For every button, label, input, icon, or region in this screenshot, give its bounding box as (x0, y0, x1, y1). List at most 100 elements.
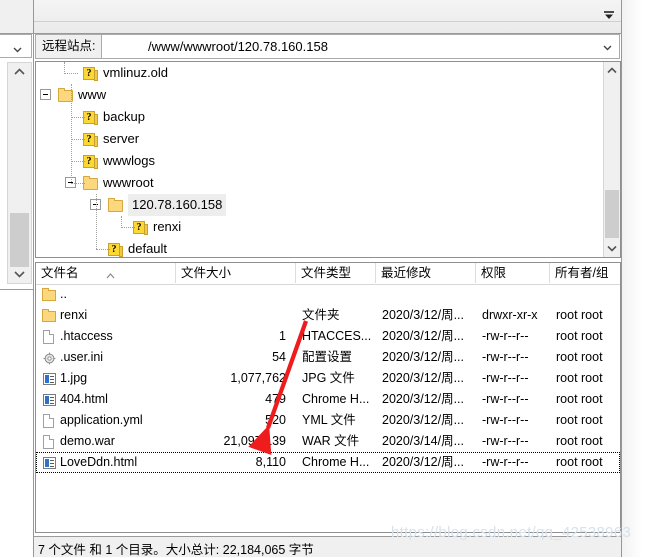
tree-item-default[interactable]: ? default (36, 238, 602, 257)
tree-guide-line (96, 194, 98, 249)
right-gutter (622, 0, 651, 557)
folder-unknown-icon: ? (83, 132, 99, 147)
scrollbar-thumb[interactable] (605, 190, 619, 238)
file-owner-cell: root root (556, 434, 603, 448)
file-size-cell: 520 (265, 413, 286, 427)
folder-unknown-icon: ? (108, 242, 124, 257)
column-header-3[interactable]: 最近修改 (376, 263, 476, 283)
tree-vertical-scrollbar[interactable] (603, 62, 620, 257)
table-row[interactable]: .htaccess 1 HTACCES... 2020/3/12/周... -rw-r-… (36, 326, 620, 347)
file-name-cell: demo.war (60, 434, 115, 448)
file-size-cell: 54 (272, 350, 286, 364)
file-type-cell: 配置设置 (302, 350, 353, 364)
column-header-label: 文件名 (41, 266, 79, 280)
scroll-up-arrow-icon[interactable] (8, 63, 31, 81)
column-header-4[interactable]: 权限 (476, 263, 550, 283)
file-list-panel[interactable]: 文件名 文件大小 文件类型 最近修改 权限 所有者/组 .. renxi 文件夹 2020/3/… (35, 262, 621, 533)
file-permissions-cell: -rw-r--r-- (482, 371, 529, 385)
file-modified-cell: 2020/3/12/周... (382, 350, 465, 364)
folder-icon (41, 308, 57, 323)
folder-unknown-icon: ? (133, 220, 149, 235)
sort-ascending-icon (106, 265, 115, 279)
file-modified-cell: 2020/3/12/周... (382, 329, 465, 343)
tree-item-server[interactable]: ? server (36, 128, 602, 150)
folder-icon (41, 287, 57, 302)
tree-item-label: vmlinuz.old (103, 65, 169, 80)
chevron-down-icon[interactable] (602, 42, 613, 53)
folder-unknown-icon: ? (83, 110, 99, 125)
file-permissions-cell: -rw-r--r-- (482, 455, 529, 469)
tree-item-vmlinuz-old[interactable]: ? vmlinuz.old (36, 62, 602, 84)
folder-open-icon (83, 176, 99, 190)
scrollbar-thumb[interactable] (10, 213, 29, 267)
tree-item-wwwlogs[interactable]: ? wwwlogs (36, 150, 602, 172)
status-bar: 7 个文件 和 1 个目录。大小总计: 22,184,065 字节 (34, 536, 621, 557)
table-row[interactable]: 1.jpg 1,077,762 JPG 文件 2020/3/12/周... -rw-r-… (36, 368, 620, 389)
folder-open-icon (108, 198, 124, 212)
file-modified-cell: 2020/3/12/周... (382, 392, 465, 406)
directory-tree[interactable]: ? vmlinuz.old www? backup? server? wwwlogs www… (36, 62, 602, 257)
column-header-label: 最近修改 (381, 266, 432, 280)
background-toolbar (0, 0, 33, 34)
background-divider (0, 289, 33, 290)
file-modified-cell: 2020/3/12/周... (382, 308, 465, 322)
column-header-5[interactable]: 所有者/组 (550, 263, 620, 283)
column-header-0[interactable]: 文件名 (36, 263, 176, 283)
file-type-cell: HTACCES... (302, 329, 372, 343)
tree-guide-line (121, 227, 135, 229)
file-size-cell: 21,097,139 (223, 434, 286, 448)
folder-unknown-icon: ? (83, 154, 99, 169)
tree-guide-line (71, 117, 85, 119)
filezilla-remote-panel: 远程站点: /www/wwwroot/120.78.160.158 ? vmlin… (0, 0, 651, 557)
toolbar (34, 0, 621, 34)
column-header-1[interactable]: 文件大小 (176, 263, 296, 283)
tree-item-wwwroot[interactable]: wwwroot (36, 172, 602, 194)
tree-item-www[interactable]: www (36, 84, 602, 106)
image-file-icon (41, 455, 57, 470)
chevron-down-icon[interactable] (12, 44, 23, 55)
file-name-cell: .user.ini (60, 350, 104, 364)
column-header-label: 文件大小 (181, 266, 232, 280)
scroll-down-arrow-icon[interactable] (8, 265, 31, 283)
column-header-2[interactable]: 文件类型 (296, 263, 376, 283)
file-list-rows[interactable]: .. renxi 文件夹 2020/3/12/周... drwxr-xr-x root r… (36, 284, 620, 532)
file-type-cell: WAR 文件 (302, 434, 360, 448)
file-size-cell: 8,110 (255, 455, 286, 469)
file-name-cell: .. (60, 287, 67, 301)
tree-item-backup[interactable]: ? backup (36, 106, 602, 128)
table-row[interactable]: application.yml 520 YML 文件 2020/3/12/周... -r… (36, 410, 620, 431)
file-permissions-cell: drwxr-xr-x (482, 308, 538, 322)
remote-site-combobox[interactable]: 远程站点: /www/wwwroot/120.78.160.158 (35, 34, 620, 59)
table-row[interactable]: demo.war 21,097,139 WAR 文件 2020/3/14/周... -r… (36, 431, 620, 452)
file-permissions-cell: -rw-r--r-- (482, 329, 529, 343)
background-vertical-scrollbar[interactable] (7, 62, 32, 284)
file-modified-cell: 2020/3/12/周... (382, 413, 465, 427)
tree-guide-line (71, 183, 85, 185)
remote-site-path[interactable]: /www/wwwroot/120.78.160.158 (148, 35, 328, 58)
table-row[interactable]: .. (36, 284, 620, 305)
file-name-cell: 1.jpg (60, 371, 88, 385)
image-file-icon (41, 371, 57, 386)
tree-expander-minus-icon[interactable] (40, 89, 51, 100)
table-row[interactable]: LoveDdn.html 8,110 Chrome H... 2020/3/12/周.… (36, 452, 620, 473)
tree-item-120-78-160-158[interactable]: 120.78.160.158 (36, 194, 602, 216)
scroll-down-arrow-icon[interactable] (604, 240, 620, 257)
remote-site-label: 远程站点: (36, 35, 103, 58)
directory-tree-panel[interactable]: ? vmlinuz.old www? backup? server? wwwlogs www… (35, 61, 621, 258)
table-row[interactable]: .user.ini 54 配置设置 2020/3/12/周... -rw-r--r-- r… (36, 347, 620, 368)
collapse-down-icon[interactable] (602, 9, 616, 23)
file-modified-cell: 2020/3/14/周... (382, 434, 465, 448)
file-name-cell: application.yml (60, 413, 143, 427)
file-type-cell: Chrome H... (302, 392, 370, 406)
file-permissions-cell: -rw-r--r-- (482, 392, 529, 406)
table-row[interactable]: 404.html 479 Chrome H... 2020/3/12/周... -rw-… (36, 389, 620, 410)
document-icon (41, 434, 57, 449)
file-size-cell: 1,077,762 (230, 371, 286, 385)
file-list-header[interactable]: 文件名 文件大小 文件类型 最近修改 权限 所有者/组 (36, 263, 620, 285)
tree-item-label: renxi (153, 219, 182, 234)
tree-guide-line (96, 249, 110, 251)
image-file-icon (41, 392, 57, 407)
table-row[interactable]: renxi 文件夹 2020/3/12/周... drwxr-xr-x root roo… (36, 305, 620, 326)
settings-gear-icon (41, 350, 57, 365)
scroll-up-arrow-icon[interactable] (604, 62, 620, 79)
